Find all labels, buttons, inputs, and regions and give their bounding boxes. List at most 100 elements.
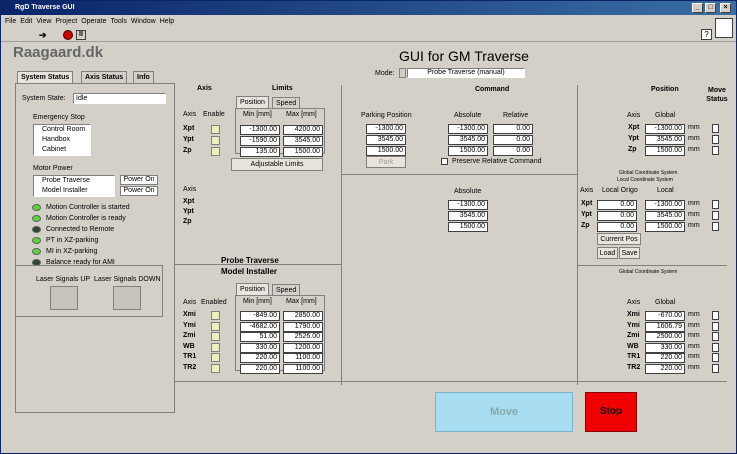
save-button[interactable]: Save — [619, 247, 640, 259]
min-limit-field[interactable]: 220.00 — [240, 353, 280, 363]
absolute-value: 3545.00 — [448, 211, 488, 221]
enable-checkbox[interactable] — [211, 321, 220, 331]
emergency-item: Control Room — [42, 126, 86, 133]
max-limit-field[interactable]: 1100.00 — [283, 353, 323, 363]
axis-label: TR2 — [183, 363, 197, 371]
menu-edit[interactable]: Edit — [20, 16, 32, 28]
adjustable-limits-button[interactable]: Adjustable Limits — [231, 158, 323, 171]
divider — [341, 174, 577, 175]
parking-title: Parking Position — [361, 112, 412, 119]
absolute-command-input[interactable]: -1300.00 — [448, 124, 488, 134]
origo-col-label: Local Origo — [602, 187, 638, 194]
move-status-indicator — [712, 332, 719, 341]
menu-window[interactable]: Window — [131, 16, 156, 28]
current-pos-button[interactable]: Current Pos — [597, 233, 641, 245]
min-limit-field[interactable]: 330.00 — [240, 342, 280, 353]
menu-file[interactable]: File — [5, 16, 16, 28]
close-button[interactable]: × — [720, 3, 731, 13]
pause-icon[interactable]: II — [76, 30, 86, 40]
help-icon[interactable]: ? — [701, 29, 712, 40]
title-bar: RgD Traverse GUI _ □ × — [1, 1, 736, 15]
tab-position[interactable]: Position — [236, 283, 269, 295]
axis-label: Zmi — [183, 332, 196, 339]
gcs-label: Global Coordinate System — [619, 170, 678, 176]
enable-checkbox[interactable] — [211, 311, 220, 320]
maximize-button[interactable]: □ — [705, 3, 716, 13]
enable-checkbox[interactable] — [211, 342, 220, 352]
enable-checkbox[interactable] — [211, 147, 220, 156]
tab-info[interactable]: Info — [133, 71, 154, 83]
abort-icon[interactable] — [63, 30, 73, 40]
motor-power-item: Probe Traverse — [42, 177, 90, 184]
menu-tools[interactable]: Tools — [110, 16, 126, 28]
local-origo-input[interactable]: 0.00 — [597, 200, 637, 210]
min-limit-field[interactable]: -849.00 — [240, 311, 280, 321]
min-limit-field[interactable]: 51.00 — [240, 332, 280, 342]
move-status-indicator — [712, 311, 719, 320]
status-led-label: Motion Controller is ready — [46, 215, 126, 222]
move-button[interactable]: Move — [435, 392, 573, 432]
absolute-command-input[interactable]: 1500.00 — [448, 146, 488, 156]
axis-label: Xmi — [627, 311, 640, 318]
min-limit-field[interactable]: 135.00 — [240, 147, 280, 157]
axis-label: Ymi — [627, 321, 640, 329]
laser-signals-group: Laser Signals UP Laser Signals DOWN — [15, 265, 163, 317]
stop-button[interactable]: Stop — [585, 392, 637, 432]
run-arrow-icon[interactable]: ➔ — [39, 30, 47, 41]
max-limit-field[interactable]: 3545.00 — [283, 136, 323, 146]
relative-command-input[interactable]: 0.00 — [493, 135, 533, 145]
max-limit-field[interactable]: 1500.00 — [283, 147, 323, 157]
minimize-button[interactable]: _ — [692, 3, 703, 13]
mode-spinner[interactable] — [399, 68, 406, 78]
enable-checkbox[interactable] — [211, 136, 220, 145]
park-button[interactable]: Park — [366, 156, 406, 168]
global-position-value: 1606.79 — [645, 321, 685, 332]
max-limit-field[interactable]: 2526.00 — [283, 332, 323, 342]
min-limit-field[interactable]: -1590.00 — [240, 136, 280, 146]
local-origo-input[interactable]: 0.00 — [597, 222, 637, 232]
menu-project[interactable]: Project — [55, 16, 77, 28]
move-status-indicator — [712, 321, 719, 331]
min-limit-field[interactable]: -1300.00 — [240, 125, 280, 135]
load-button[interactable]: Load — [597, 247, 618, 259]
tab-position[interactable]: Position — [236, 96, 269, 108]
max-limit-field[interactable]: 1790.00 — [283, 321, 323, 332]
max-limit-field[interactable]: 2850.00 — [283, 311, 323, 321]
min-limit-field[interactable]: -4682.00 — [240, 321, 280, 332]
local-origo-input[interactable]: 0.00 — [597, 211, 637, 221]
enable-checkbox[interactable] — [211, 125, 220, 134]
relative-command-input[interactable]: 0.00 — [493, 124, 533, 134]
status-led-icon — [32, 204, 41, 211]
tab-axis-status[interactable]: Axis Status — [81, 71, 128, 83]
tab-system-status[interactable]: System Status — [17, 71, 74, 83]
unit-label: mm — [688, 211, 700, 218]
divider — [577, 85, 578, 385]
absolute-label: Absolute — [454, 112, 482, 119]
axis-label: TR2 — [627, 363, 641, 371]
absolute-value: -1300.00 — [448, 200, 488, 210]
global-position-value: 3545.00 — [645, 135, 685, 145]
enable-checkbox[interactable] — [211, 332, 220, 341]
max-limit-field[interactable]: 1100.00 — [283, 363, 323, 374]
enable-checkbox[interactable] — [211, 353, 220, 362]
enable-checkbox[interactable] — [211, 363, 220, 373]
command-title: Command — [475, 86, 510, 93]
max-limit-field[interactable]: 4200.00 — [283, 125, 323, 135]
menu-help[interactable]: Help — [160, 16, 174, 28]
absolute-command-input[interactable]: 3545.00 — [448, 135, 488, 145]
max-limit-field[interactable]: 1200.00 — [283, 342, 323, 353]
move-status-indicator — [712, 342, 719, 352]
mode-select[interactable]: Probe Traverse (manual) — [407, 68, 525, 78]
relative-command-input[interactable]: 0.00 — [493, 146, 533, 156]
emergency-stop-title: Emergency Stop — [33, 114, 85, 121]
preserve-checkbox[interactable] — [441, 158, 448, 165]
min-limit-field[interactable]: 220.00 — [240, 363, 280, 374]
axis-label: WB — [627, 342, 639, 350]
position-title: Position — [651, 86, 679, 93]
unit-label: mm — [688, 146, 700, 153]
menu-view[interactable]: View — [36, 16, 51, 28]
mi-power-status: Power On — [120, 186, 158, 196]
motor-power-item: Model Installer — [42, 187, 88, 194]
unit-label: mm — [688, 200, 700, 207]
menu-operate[interactable]: Operate — [81, 16, 106, 28]
